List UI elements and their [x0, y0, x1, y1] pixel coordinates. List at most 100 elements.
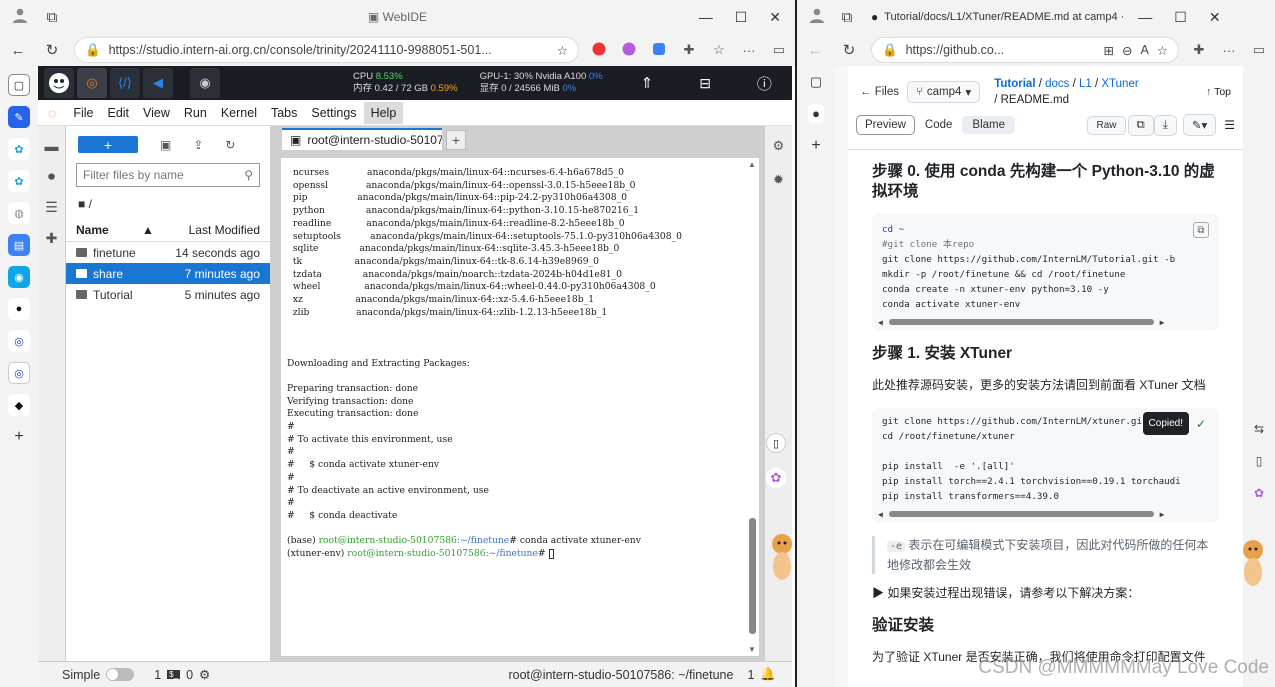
- pin-icon[interactable]: ⇑: [641, 74, 654, 92]
- studio-logo-icon[interactable]: [44, 68, 74, 98]
- edge-app-cyan2-icon[interactable]: ✿: [8, 170, 30, 192]
- branch-selector[interactable]: ⑂ camp4 ▾: [906, 81, 981, 103]
- edge-app-globe-icon[interactable]: ◍: [8, 202, 30, 224]
- code-app-icon[interactable]: ⟨/⟩: [110, 68, 140, 98]
- folder-icon[interactable]: ▬: [45, 138, 59, 154]
- favorite-star-icon[interactable]: ☆: [557, 43, 568, 58]
- code-block-step0[interactable]: cd ~ #git clone 本repo git clone https://…: [872, 214, 1219, 330]
- simple-mode-toggle[interactable]: [106, 668, 135, 681]
- debugger-icon[interactable]: ✹: [773, 172, 784, 188]
- edge-tab-icon[interactable]: ▢: [8, 74, 30, 96]
- terminal-scrollbar[interactable]: ▲ ▼: [747, 158, 757, 656]
- menu-view[interactable]: View: [136, 102, 177, 124]
- new-launcher-button[interactable]: +: [78, 136, 138, 153]
- address-bar[interactable]: 🔒 https://studio.intern-ai.org.cn/consol…: [74, 37, 579, 63]
- favorite-star-icon[interactable]: ☆: [1157, 43, 1168, 58]
- top-button[interactable]: ↑ Top: [1206, 86, 1231, 98]
- edge-app-bot-icon[interactable]: ◎: [8, 330, 30, 352]
- edge-app-robot-icon[interactable]: ◉: [8, 266, 30, 288]
- breadcrumb-l1[interactable]: L1: [1079, 78, 1092, 90]
- tab-preview[interactable]: Preview: [856, 115, 915, 135]
- edge-app-bot-active-icon[interactable]: ◎: [8, 362, 30, 384]
- refresh-files-icon[interactable]: ↻: [225, 138, 235, 152]
- extension-blue-icon[interactable]: [649, 42, 669, 59]
- more-menu-icon[interactable]: ···: [1219, 43, 1239, 58]
- menu-kernel[interactable]: Kernel: [214, 102, 264, 124]
- tab-code[interactable]: Code: [915, 116, 963, 134]
- info-icon[interactable]: ⓘ: [757, 73, 772, 94]
- sidebar-toggle-icon[interactable]: ▭: [1249, 42, 1269, 58]
- terminal[interactable]: ncurses anaconda/pkgs/main/linux-64::ncu…: [281, 158, 759, 656]
- minimize-icon[interactable]: —: [1138, 9, 1152, 26]
- zoom-icon[interactable]: ⊖: [1122, 43, 1132, 58]
- check-icon[interactable]: ✓: [1193, 416, 1209, 432]
- extension-flower-icon[interactable]: [619, 42, 639, 59]
- read-aloud-icon[interactable]: A: [1140, 43, 1148, 57]
- refresh-icon[interactable]: ↻: [837, 41, 861, 59]
- terminal-tab[interactable]: ▣ root@intern-studio-50107: [282, 128, 442, 150]
- breadcrumb-xtuner[interactable]: XTuner: [1101, 78, 1138, 90]
- edit-icon[interactable]: ✎▾: [1182, 114, 1217, 136]
- menu-help[interactable]: Help: [363, 101, 404, 124]
- tabs-icon[interactable]: ⧉: [40, 9, 64, 26]
- filter-input[interactable]: Filter files by name ⚲: [76, 163, 260, 187]
- menu-run[interactable]: Run: [177, 102, 214, 124]
- menu-edit[interactable]: Edit: [100, 102, 136, 124]
- edge-app-doc-icon[interactable]: ▤: [8, 234, 30, 256]
- edge-add-icon[interactable]: +: [8, 426, 30, 448]
- extension-icon[interactable]: ✚: [46, 230, 58, 247]
- compass-app-icon[interactable]: ◉: [190, 68, 220, 98]
- download-icon[interactable]: ⤓: [1153, 114, 1177, 136]
- property-inspector-icon[interactable]: ⚙: [773, 138, 785, 154]
- close-icon[interactable]: ✕: [769, 9, 781, 26]
- copy-code-icon[interactable]: ⧉: [1193, 222, 1209, 238]
- new-tab-button[interactable]: +: [446, 130, 466, 150]
- edge-app-blue-icon[interactable]: ✎: [8, 106, 30, 128]
- col-name-header[interactable]: Name ▲: [76, 223, 189, 237]
- refresh-icon[interactable]: ↻: [40, 41, 64, 59]
- list-item[interactable]: finetune 14 seconds ago: [66, 242, 270, 263]
- edge-add-icon[interactable]: +: [811, 137, 820, 155]
- list-item[interactable]: share 7 minutes ago: [66, 263, 270, 284]
- extensions-puzzle-icon[interactable]: ✚: [679, 42, 699, 58]
- raw-button[interactable]: Raw: [1087, 115, 1126, 135]
- menu-settings[interactable]: Settings: [304, 102, 363, 124]
- toc-icon[interactable]: ☰: [45, 199, 58, 216]
- list-item[interactable]: Tutorial 5 minutes ago: [66, 284, 270, 305]
- close-icon[interactable]: ✕: [1209, 9, 1221, 26]
- copilot-icon[interactable]: ✿: [1254, 486, 1264, 500]
- reader-icon[interactable]: ▯: [1256, 454, 1263, 468]
- sidebar-toggle-icon[interactable]: ▭: [769, 42, 789, 58]
- new-folder-icon[interactable]: ▣: [160, 138, 171, 152]
- favorites-icon[interactable]: ☆: [709, 42, 729, 58]
- edge-github-icon[interactable]: ●: [8, 298, 30, 320]
- ssh-icon[interactable]: ⊟: [699, 75, 711, 92]
- tabs-icon[interactable]: ⧉: [835, 9, 859, 26]
- profile-icon[interactable]: [8, 7, 32, 27]
- app-icon[interactable]: ⊞: [1103, 43, 1113, 58]
- breadcrumb-docs[interactable]: docs: [1045, 78, 1069, 90]
- floating-copilot-icon[interactable]: ✿: [766, 468, 786, 488]
- profile-icon[interactable]: [805, 7, 829, 27]
- extensions-puzzle-icon[interactable]: ✚: [1189, 42, 1209, 58]
- maximize-icon[interactable]: ☐: [1174, 9, 1187, 26]
- breadcrumb[interactable]: ■ /: [66, 191, 270, 217]
- extension-red-icon[interactable]: [589, 42, 609, 59]
- upload-icon[interactable]: ⇪: [193, 138, 203, 152]
- jupyter-app-icon[interactable]: ◎: [77, 68, 107, 98]
- menu-file[interactable]: File: [66, 102, 100, 124]
- tab-blame[interactable]: Blame: [962, 116, 1016, 134]
- running-icon[interactable]: ⏺: [48, 168, 55, 185]
- bell-icon[interactable]: 🔔: [760, 667, 776, 682]
- translate-icon[interactable]: ⇆: [1254, 422, 1264, 436]
- breadcrumb-repo[interactable]: Tutorial: [994, 78, 1035, 90]
- files-button[interactable]: ← Files: [860, 86, 899, 98]
- more-menu-icon[interactable]: ···: [739, 43, 759, 58]
- address-bar[interactable]: 🔒 https://github.co... ⊞ ⊖ A ☆: [871, 37, 1179, 63]
- outline-icon[interactable]: ☰: [1224, 118, 1235, 132]
- edge-tab-icon[interactable]: ▢: [810, 74, 822, 90]
- mascot-icon[interactable]: [1241, 536, 1265, 592]
- floating-book-icon[interactable]: ▯: [766, 433, 786, 453]
- edge-app-cyan-icon[interactable]: ✿: [8, 138, 30, 160]
- back-icon[interactable]: ←: [6, 42, 30, 59]
